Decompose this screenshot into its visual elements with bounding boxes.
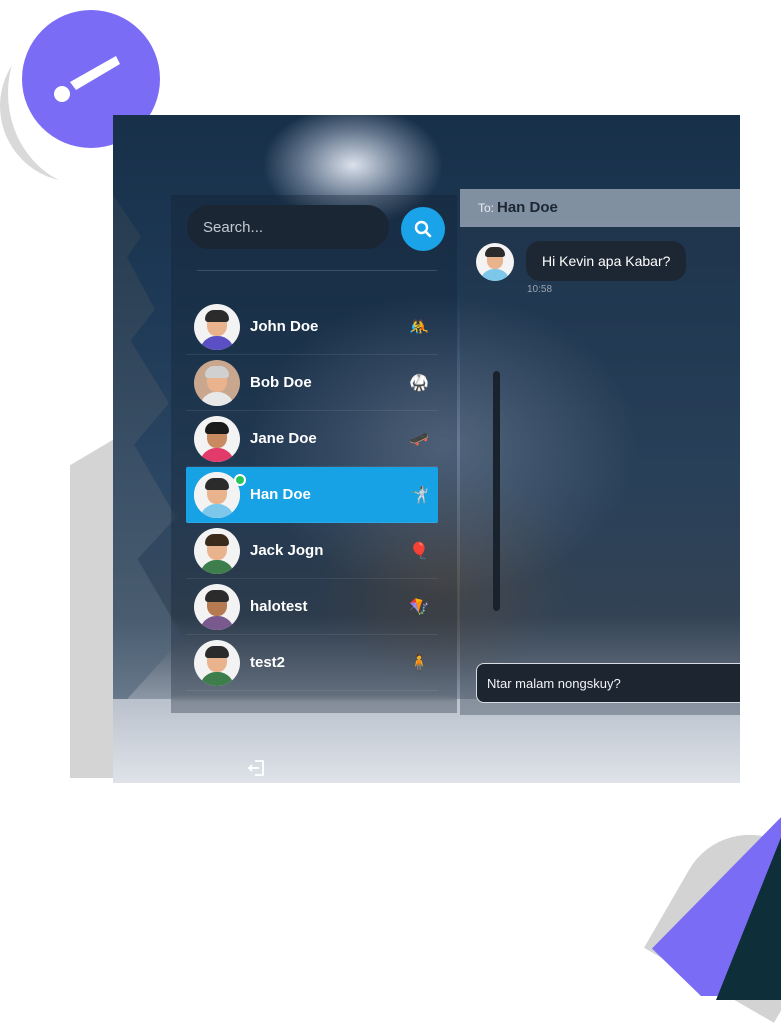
message-avatar [476,243,514,281]
contact-item-active[interactable]: Han Doe 🤺 [186,467,438,523]
contact-item[interactable]: test2 🧍 [186,635,438,691]
martial-arts-uniform-icon: 🥋 [409,374,429,392]
kite-icon: 🪁 [409,598,429,616]
contact-name: Han Doe [250,486,311,503]
search-input[interactable] [187,205,389,249]
chat-panel: To: Han Doe Hi Kevin apa Kabar? 10:58 [460,189,740,715]
avatar [194,303,240,350]
contact-name: test2 [250,654,286,671]
fencer-icon: 🤺 [409,486,429,504]
logout-icon [247,760,264,776]
avatar [194,639,240,686]
chat-header: To: Han Doe [460,189,740,227]
message-input[interactable] [476,663,740,703]
contact-name: halotest [250,598,308,615]
contacts-panel: John Doe 🤼 Bob Doe 🥋 Jane Doe 🛹 Han Doe … [171,195,500,776]
contact-name: Jane Doe [250,430,317,447]
wrestlers-icon: 🤼 [409,318,429,336]
contact-item[interactable]: Jane Doe 🛹 [186,411,438,467]
contact-item[interactable]: Jack Jogn 🎈 [186,523,438,579]
standing-person-icon: 🧍 [409,654,429,672]
avatar [194,471,246,518]
chat-app-window: John Doe 🤼 Bob Doe 🥋 Jane Doe 🛹 Han Doe … [113,115,740,783]
contact-name: John Doe [250,318,319,335]
avatar [194,359,240,406]
search-button[interactable] [401,207,445,251]
search-icon [414,220,432,238]
balloon-icon: 🎈 [409,542,429,560]
logout-button[interactable] [247,758,267,783]
message-time: 10:58 [527,284,553,295]
decorative-bar [70,438,116,778]
contact-name: Bob Doe [250,374,312,391]
divider [197,270,437,271]
avatar [194,527,240,574]
online-status-dot [234,473,246,486]
avatar [194,583,240,630]
contact-name: Jack Jogn [250,542,324,559]
skateboard-icon: 🛹 [409,430,429,448]
contact-list: John Doe 🤼 Bob Doe 🥋 Jane Doe 🛹 Han Doe … [186,299,438,691]
brush-icon [54,56,120,102]
message-bubble: Hi Kevin apa Kabar? [526,241,687,281]
recipient-name: Han Doe [497,199,558,216]
to-label: To: [478,201,495,215]
contact-item[interactable]: John Doe 🤼 [186,299,438,355]
contact-item[interactable]: Bob Doe 🥋 [186,355,438,411]
avatar [194,415,240,462]
contact-item[interactable]: halotest 🪁 [186,579,438,635]
